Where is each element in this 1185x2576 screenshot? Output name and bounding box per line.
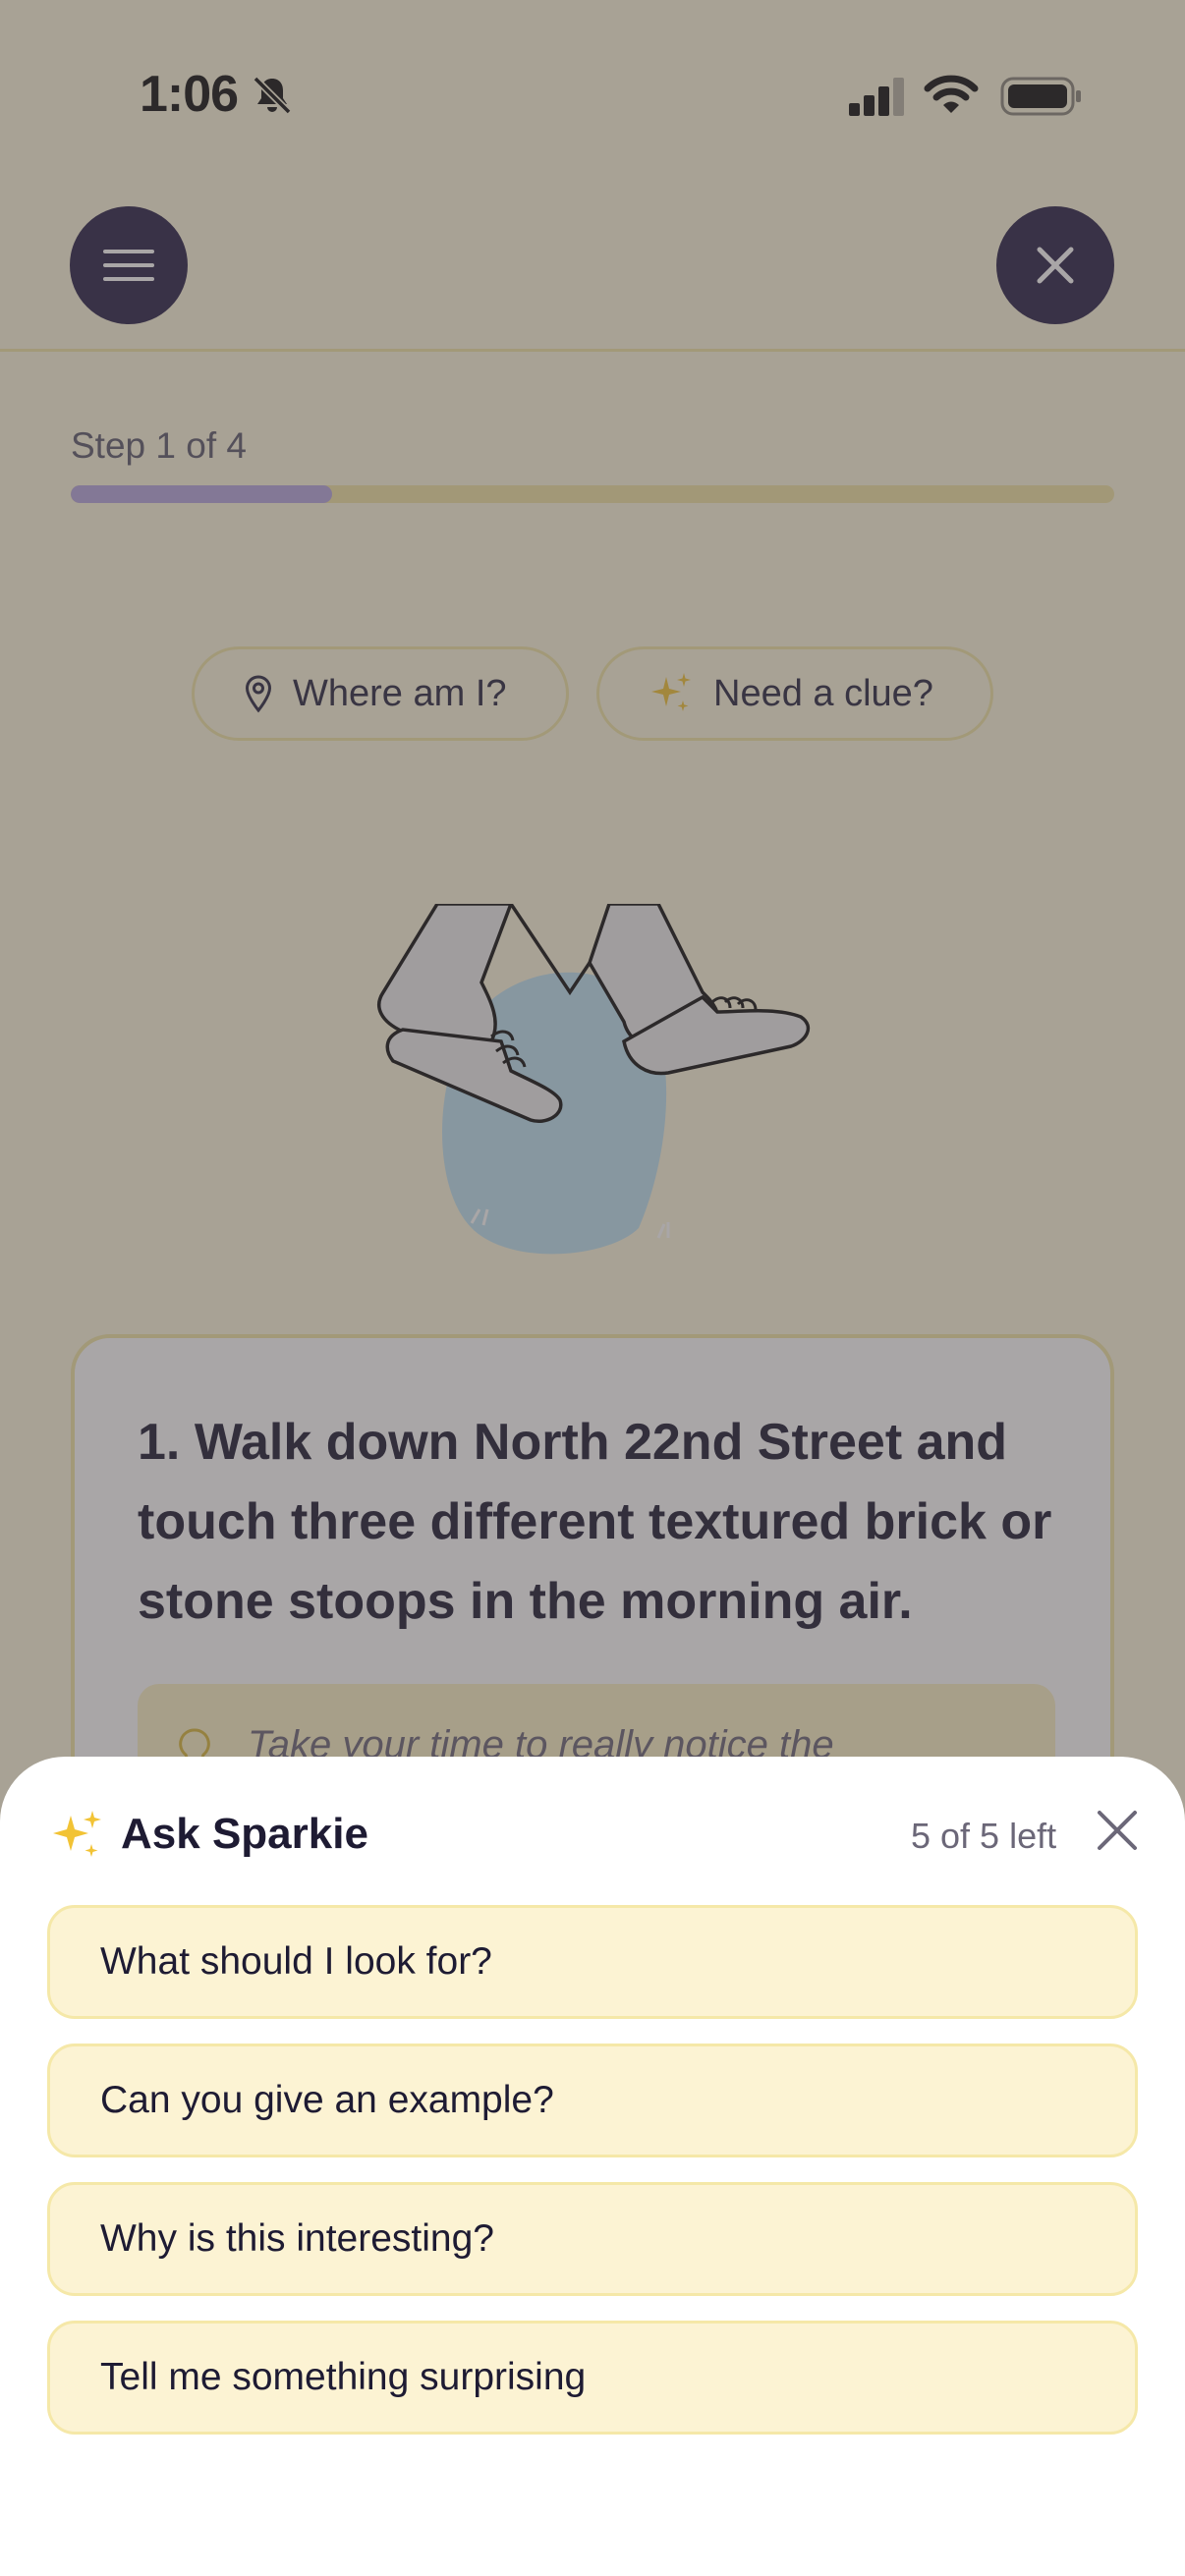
sheet-title: Ask Sparkie [121,1810,368,1858]
questions-remaining: 5 of 5 left [911,1816,1057,1856]
sparkles-icon [53,1811,101,1857]
question-option[interactable]: Why is this interesting? [47,2182,1138,2296]
question-option[interactable]: Tell me something surprising [47,2321,1138,2435]
question-option[interactable]: Can you give an example? [47,2044,1138,2157]
ask-sparkie-sheet: Ask Sparkie 5 of 5 left What should I lo… [0,1757,1185,2576]
question-option[interactable]: What should I look for? [47,1905,1138,2019]
close-icon[interactable] [1095,1808,1140,1853]
